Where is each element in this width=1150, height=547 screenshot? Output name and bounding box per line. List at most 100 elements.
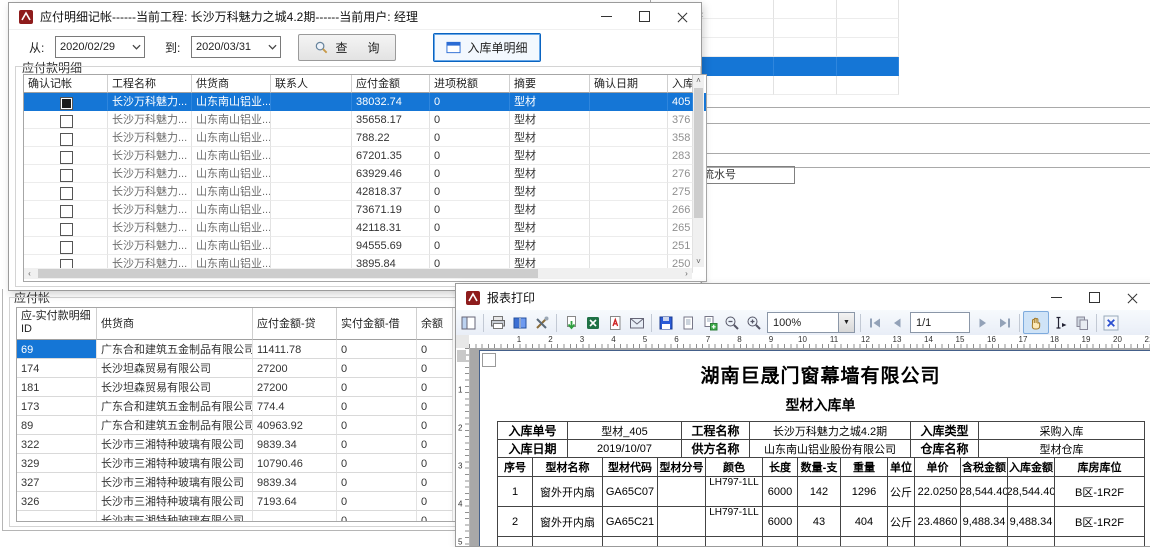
table-cell[interactable]: 35658.17 xyxy=(352,111,430,129)
table-row[interactable]: 322长沙市三湘特种玻璃有限公司9839.3400 xyxy=(17,435,455,454)
table-cell[interactable]: 0 xyxy=(337,416,417,435)
table-cell[interactable]: 405 xyxy=(668,93,693,111)
page-indicator-input[interactable]: 1/1 xyxy=(910,312,970,333)
table-cell[interactable] xyxy=(271,165,352,183)
table-cell[interactable]: 10790.46 xyxy=(253,454,337,473)
horizontal-scrollbar[interactable]: ‹ › xyxy=(24,268,692,279)
table-cell[interactable] xyxy=(590,165,668,183)
table-cell[interactable]: 0 xyxy=(417,492,453,511)
table-cell[interactable]: 27200 xyxy=(253,359,337,378)
confirm-checkbox[interactable] xyxy=(60,115,73,128)
table-cell[interactable]: 型材 xyxy=(510,165,590,183)
confirm-checkbox-cell[interactable] xyxy=(24,219,108,237)
table-cell[interactable]: 358 xyxy=(668,129,693,147)
table-cell[interactable]: 0 xyxy=(417,435,453,454)
table-cell[interactable]: 型材 xyxy=(510,237,590,255)
table-cell[interactable]: 长沙万科魅力... xyxy=(108,165,192,183)
table-cell[interactable]: 型材 xyxy=(510,183,590,201)
confirm-checkbox-cell[interactable] xyxy=(24,129,108,147)
table-cell[interactable] xyxy=(837,0,899,19)
table-cell[interactable]: 0 xyxy=(417,359,453,378)
table-row[interactable]: 181长沙坦森贸易有限公司2720000 xyxy=(17,378,455,397)
table-cell[interactable] xyxy=(837,57,899,76)
table-row[interactable]: 326长沙市三湘特种玻璃有限公司7193.6400 xyxy=(17,492,455,511)
confirm-checkbox[interactable] xyxy=(60,187,73,200)
confirm-checkbox-cell[interactable] xyxy=(24,237,108,255)
first-page-icon[interactable] xyxy=(864,312,886,333)
table-cell[interactable]: 0 xyxy=(337,340,417,359)
table-cell[interactable] xyxy=(590,129,668,147)
table-cell[interactable]: 329 xyxy=(17,454,97,473)
table-cell[interactable]: 774.4 xyxy=(253,397,337,416)
table-cell[interactable]: 0 xyxy=(430,201,510,219)
table-cell[interactable]: 9839.34 xyxy=(253,435,337,454)
table-cell[interactable]: 69 xyxy=(17,340,97,359)
confirm-checkbox[interactable] xyxy=(60,133,73,146)
scroll-right-arrow[interactable]: › xyxy=(681,268,692,279)
table-cell[interactable]: 0 xyxy=(417,340,453,359)
table-cell[interactable]: 0 xyxy=(430,219,510,237)
table-row[interactable]: 长沙万科魅力...山东南山铝业...42118.310型材265 xyxy=(24,219,706,237)
table-cell[interactable]: 长沙万科魅力... xyxy=(108,201,192,219)
table-cell[interactable] xyxy=(590,237,668,255)
table-cell[interactable] xyxy=(590,147,668,165)
table-cell[interactable] xyxy=(271,129,352,147)
confirm-checkbox[interactable] xyxy=(60,205,73,218)
close-button[interactable] xyxy=(663,3,701,29)
table-cell[interactable]: 长沙万科魅力... xyxy=(108,93,192,111)
table-cell[interactable] xyxy=(271,237,352,255)
table-cell[interactable]: 长沙市三湘特种玻璃有限公司 xyxy=(97,454,253,473)
chevron-down-icon[interactable] xyxy=(264,37,280,57)
table-cell[interactable]: 长沙市三湘特种玻璃有限公司 xyxy=(97,435,253,454)
confirm-checkbox[interactable] xyxy=(60,223,73,236)
confirm-checkbox[interactable] xyxy=(60,151,73,164)
table-cell[interactable] xyxy=(590,219,668,237)
hand-tool-icon[interactable] xyxy=(1023,311,1049,334)
single-page-view-icon[interactable] xyxy=(677,312,699,333)
table-cell[interactable]: 376 xyxy=(668,111,693,129)
table-cell[interactable]: 0 xyxy=(417,397,453,416)
table-cell[interactable]: 长沙万科魅力... xyxy=(108,219,192,237)
table-cell[interactable]: 0 xyxy=(417,473,453,492)
table-row[interactable]: 长沙万科魅力...山东南山铝业...63929.460型材276 xyxy=(24,165,706,183)
table-cell[interactable] xyxy=(837,19,899,38)
close-button[interactable] xyxy=(1113,284,1150,310)
table-cell[interactable]: 0 xyxy=(430,165,510,183)
table-cell[interactable]: 173 xyxy=(17,397,97,416)
toc-sidebar-icon[interactable] xyxy=(458,312,480,333)
table-cell[interactable]: 0 xyxy=(417,416,453,435)
table-cell[interactable]: 0 xyxy=(430,111,510,129)
to-date-combobox[interactable]: 2020/03/31 xyxy=(191,36,281,58)
table-cell[interactable]: 9839.34 xyxy=(253,473,337,492)
confirm-checkbox-cell[interactable] xyxy=(24,201,108,219)
table-cell[interactable]: 山东南山铝业... xyxy=(192,165,271,183)
table-cell[interactable]: 型材 xyxy=(510,111,590,129)
table-cell[interactable]: 89 xyxy=(17,416,97,435)
table-cell[interactable]: 327 xyxy=(17,473,97,492)
table-cell[interactable]: 0 xyxy=(337,473,417,492)
table-cell[interactable]: 长沙万科魅力... xyxy=(108,111,192,129)
confirm-checkbox[interactable] xyxy=(60,241,73,254)
table-cell[interactable] xyxy=(774,0,837,19)
table-cell[interactable] xyxy=(590,93,668,111)
table-cell[interactable]: 0 xyxy=(337,492,417,511)
table-row[interactable]: 长沙万科魅力...山东南山铝业...73671.190型材266 xyxy=(24,201,706,219)
scroll-down-arrow[interactable]: ˅ xyxy=(693,256,704,267)
table-cell[interactable]: 0 xyxy=(430,237,510,255)
page-setup-icon[interactable] xyxy=(531,312,553,333)
vertical-scrollbar[interactable]: ˄ ˅ xyxy=(693,75,704,267)
zoom-out-icon[interactable] xyxy=(721,312,743,333)
table-cell[interactable]: 283 xyxy=(668,147,693,165)
table-cell[interactable]: 长沙市三湘特种玻璃有限公司 xyxy=(97,473,253,492)
table-cell[interactable]: 42818.37 xyxy=(352,183,430,201)
minimize-button[interactable] xyxy=(1037,284,1075,310)
table-cell[interactable] xyxy=(774,76,837,95)
table-row[interactable]: 173广东合和建筑五金制品有限公司774.400 xyxy=(17,397,455,416)
table-cell[interactable]: 276 xyxy=(668,165,693,183)
table-cell[interactable]: 长沙万科魅力... xyxy=(108,237,192,255)
table-cell[interactable]: 265 xyxy=(668,219,693,237)
table-cell[interactable]: 长沙万科魅力... xyxy=(108,147,192,165)
confirm-checkbox-cell[interactable] xyxy=(24,147,108,165)
table-cell[interactable]: 型材 xyxy=(510,219,590,237)
confirm-checkbox-cell[interactable] xyxy=(24,165,108,183)
